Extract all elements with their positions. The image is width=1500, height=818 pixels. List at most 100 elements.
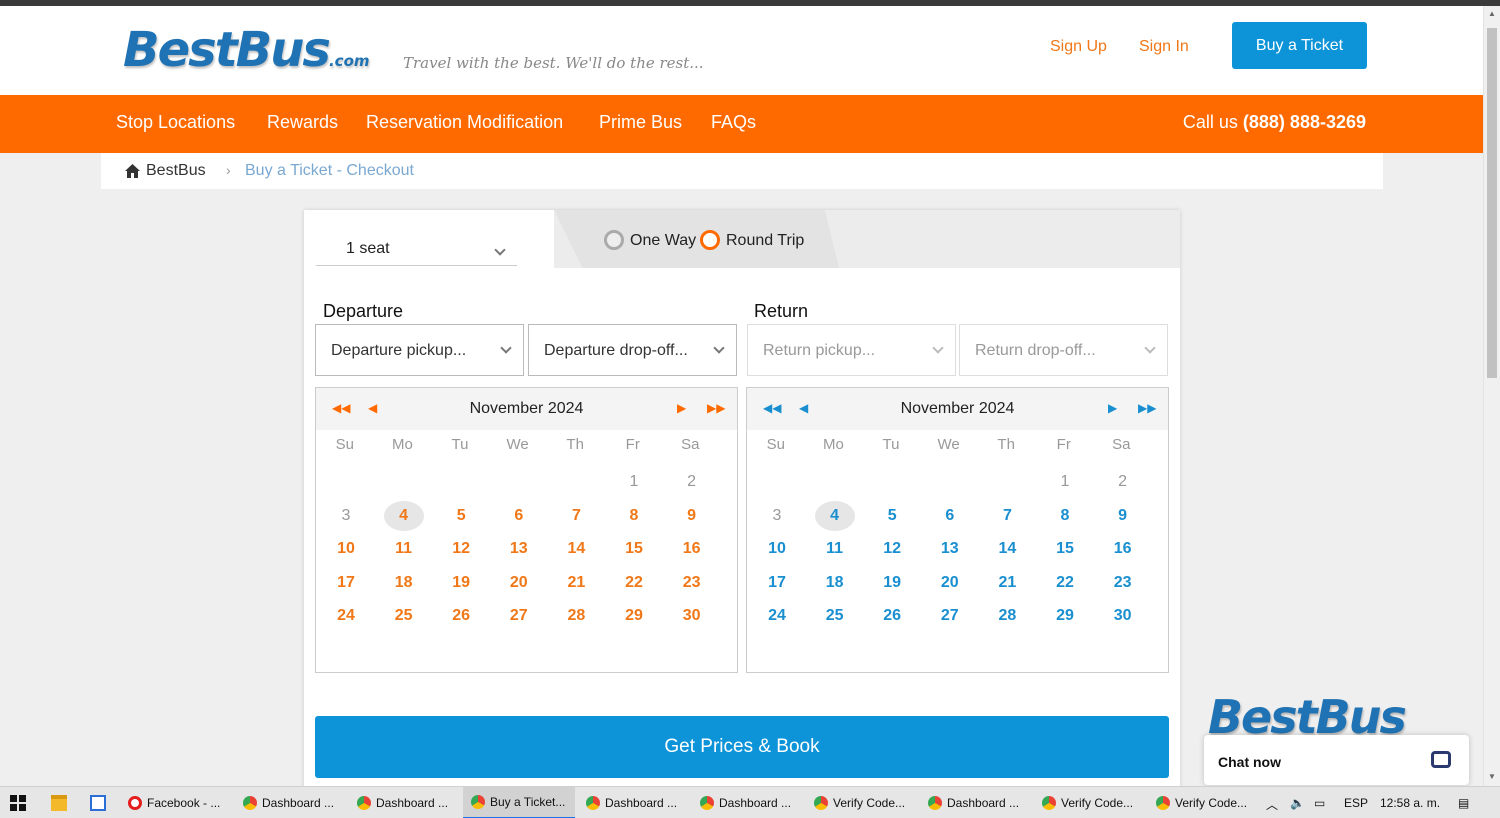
sign-in-link[interactable]: Sign In	[1139, 38, 1189, 56]
calendar-day[interactable]: 24	[326, 601, 366, 631]
network-icon[interactable]: ▭	[1314, 796, 1325, 810]
calendar-day[interactable]: 7	[556, 501, 596, 531]
calendar-day[interactable]: 27	[499, 601, 539, 631]
calendar-day[interactable]: 29	[1045, 601, 1085, 631]
calendar-day[interactable]: 23	[1103, 568, 1143, 598]
calendar-day[interactable]: 4	[383, 500, 424, 531]
calendar-day[interactable]: 10	[326, 534, 366, 564]
next-month-icon[interactable]: ▶	[1108, 401, 1117, 415]
calendar-day[interactable]: 16	[672, 534, 712, 564]
taskbar-app[interactable]: Verify Code...	[806, 787, 918, 818]
taskbar-app[interactable]: Verify Code...	[1148, 787, 1260, 818]
speaker-icon[interactable]: 🔈	[1290, 796, 1305, 810]
calendar-day[interactable]: 22	[1045, 568, 1085, 598]
calendar-day[interactable]: 6	[499, 501, 539, 531]
call-us[interactable]: Call us (888) 888-3269	[1183, 112, 1366, 133]
calendar-day[interactable]: 25	[384, 601, 424, 631]
calendar-day[interactable]: 18	[384, 568, 424, 598]
calendar-day[interactable]: 26	[872, 601, 912, 631]
calendar-day[interactable]: 14	[556, 534, 596, 564]
calendar-day[interactable]: 12	[872, 534, 912, 564]
scroll-up-icon[interactable]: ▲	[1488, 9, 1496, 18]
calendar-day[interactable]: 9	[672, 501, 712, 531]
calendar-day[interactable]: 20	[499, 568, 539, 598]
calendar-day[interactable]: 11	[815, 534, 855, 564]
one-way-radio[interactable]	[604, 230, 624, 250]
next-month-icon[interactable]: ▶	[677, 401, 686, 415]
taskbar-app[interactable]: Dashboard ...	[349, 787, 461, 818]
return-pickup-select[interactable]: Return pickup...	[747, 324, 956, 376]
calendar-day[interactable]: 4	[814, 500, 855, 531]
file-explorer-icon[interactable]	[51, 795, 67, 811]
calendar-day[interactable]: 15	[1045, 534, 1085, 564]
calendar-day[interactable]: 10	[757, 534, 797, 564]
calendar-day[interactable]: 11	[384, 534, 424, 564]
get-prices-book-button[interactable]: Get Prices & Book	[315, 716, 1169, 778]
calendar-day[interactable]: 5	[872, 501, 912, 531]
calendar-day[interactable]: 22	[614, 568, 654, 598]
return-dropoff-select[interactable]: Return drop-off...	[959, 324, 1168, 376]
calendar-day[interactable]: 14	[987, 534, 1027, 564]
bestbus-logo[interactable]: BestBus.com	[123, 22, 370, 78]
nav-stop-locations[interactable]: Stop Locations	[116, 112, 235, 133]
taskbar-app[interactable]: Facebook - ...	[120, 787, 232, 818]
nav-reservation-modification[interactable]: Reservation Modification	[366, 112, 563, 133]
taskbar-app[interactable]: Dashboard ...	[235, 787, 347, 818]
calendar-day[interactable]: 12	[441, 534, 481, 564]
calendar-day[interactable]: 25	[815, 601, 855, 631]
language-indicator[interactable]: ESP	[1344, 796, 1368, 810]
scrollbar-thumb[interactable]	[1487, 28, 1497, 378]
one-way-label[interactable]: One Way	[630, 232, 696, 250]
page-scrollbar[interactable]: ▲ ▼	[1483, 6, 1500, 786]
departure-dropoff-select[interactable]: Departure drop-off...	[528, 324, 737, 376]
calendar-day[interactable]: 16	[1103, 534, 1143, 564]
calendar-day[interactable]: 20	[930, 568, 970, 598]
round-trip-label[interactable]: Round Trip	[726, 232, 804, 250]
calendar-day[interactable]: 5	[441, 501, 481, 531]
seat-count-select[interactable]: 1 seat	[316, 224, 517, 266]
calendar-day[interactable]: 24	[757, 601, 797, 631]
calendar-day[interactable]: 7	[987, 501, 1027, 531]
taskbar-app[interactable]: Dashboard ...	[578, 787, 690, 818]
nav-prime-bus[interactable]: Prime Bus	[599, 112, 682, 133]
next-year-icon[interactable]: ▶▶	[707, 401, 725, 415]
next-year-icon[interactable]: ▶▶	[1138, 401, 1156, 415]
chat-widget[interactable]: Chat now	[1204, 735, 1469, 785]
nav-rewards[interactable]: Rewards	[267, 112, 338, 133]
taskbar-app[interactable]: Dashboard ...	[920, 787, 1032, 818]
calendar-day[interactable]: 8	[614, 501, 654, 531]
calendar-day[interactable]: 6	[930, 501, 970, 531]
calendar-day[interactable]: 17	[757, 568, 797, 598]
buy-ticket-button[interactable]: Buy a Ticket	[1232, 22, 1367, 69]
taskbar-app[interactable]: Verify Code...	[1034, 787, 1146, 818]
breadcrumb-current[interactable]: Buy a Ticket - Checkout	[245, 162, 414, 180]
round-trip-radio[interactable]	[700, 230, 720, 250]
calendar-day[interactable]: 15	[614, 534, 654, 564]
notifications-icon[interactable]: ▤	[1458, 796, 1469, 810]
calendar-day[interactable]: 21	[556, 568, 596, 598]
chevron-up-icon[interactable]: ︿	[1266, 796, 1278, 813]
calendar-day[interactable]: 30	[672, 601, 712, 631]
calendar-day[interactable]: 29	[614, 601, 654, 631]
calendar-day[interactable]: 9	[1103, 501, 1143, 531]
windows-start-icon[interactable]	[10, 795, 26, 811]
calendar-day[interactable]: 8	[1045, 501, 1085, 531]
taskbar-app[interactable]: Dashboard ...	[692, 787, 804, 818]
taskbar-app[interactable]: Buy a Ticket...	[463, 787, 575, 818]
sign-up-link[interactable]: Sign Up	[1050, 38, 1107, 56]
breadcrumb-home[interactable]: BestBus	[125, 162, 206, 180]
scroll-down-icon[interactable]: ▼	[1488, 772, 1496, 781]
calendar-day[interactable]: 19	[441, 568, 481, 598]
calendar-day[interactable]: 19	[872, 568, 912, 598]
calendar-day[interactable]: 28	[987, 601, 1027, 631]
departure-pickup-select[interactable]: Departure pickup...	[315, 324, 524, 376]
calendar-day[interactable]: 21	[987, 568, 1027, 598]
calendar-day[interactable]: 18	[815, 568, 855, 598]
clock[interactable]: 12:58 a. m.	[1380, 796, 1440, 810]
store-icon[interactable]	[90, 795, 106, 811]
calendar-day[interactable]: 30	[1103, 601, 1143, 631]
calendar-day[interactable]: 23	[672, 568, 712, 598]
calendar-day[interactable]: 13	[930, 534, 970, 564]
calendar-day[interactable]: 26	[441, 601, 481, 631]
calendar-day[interactable]: 28	[556, 601, 596, 631]
